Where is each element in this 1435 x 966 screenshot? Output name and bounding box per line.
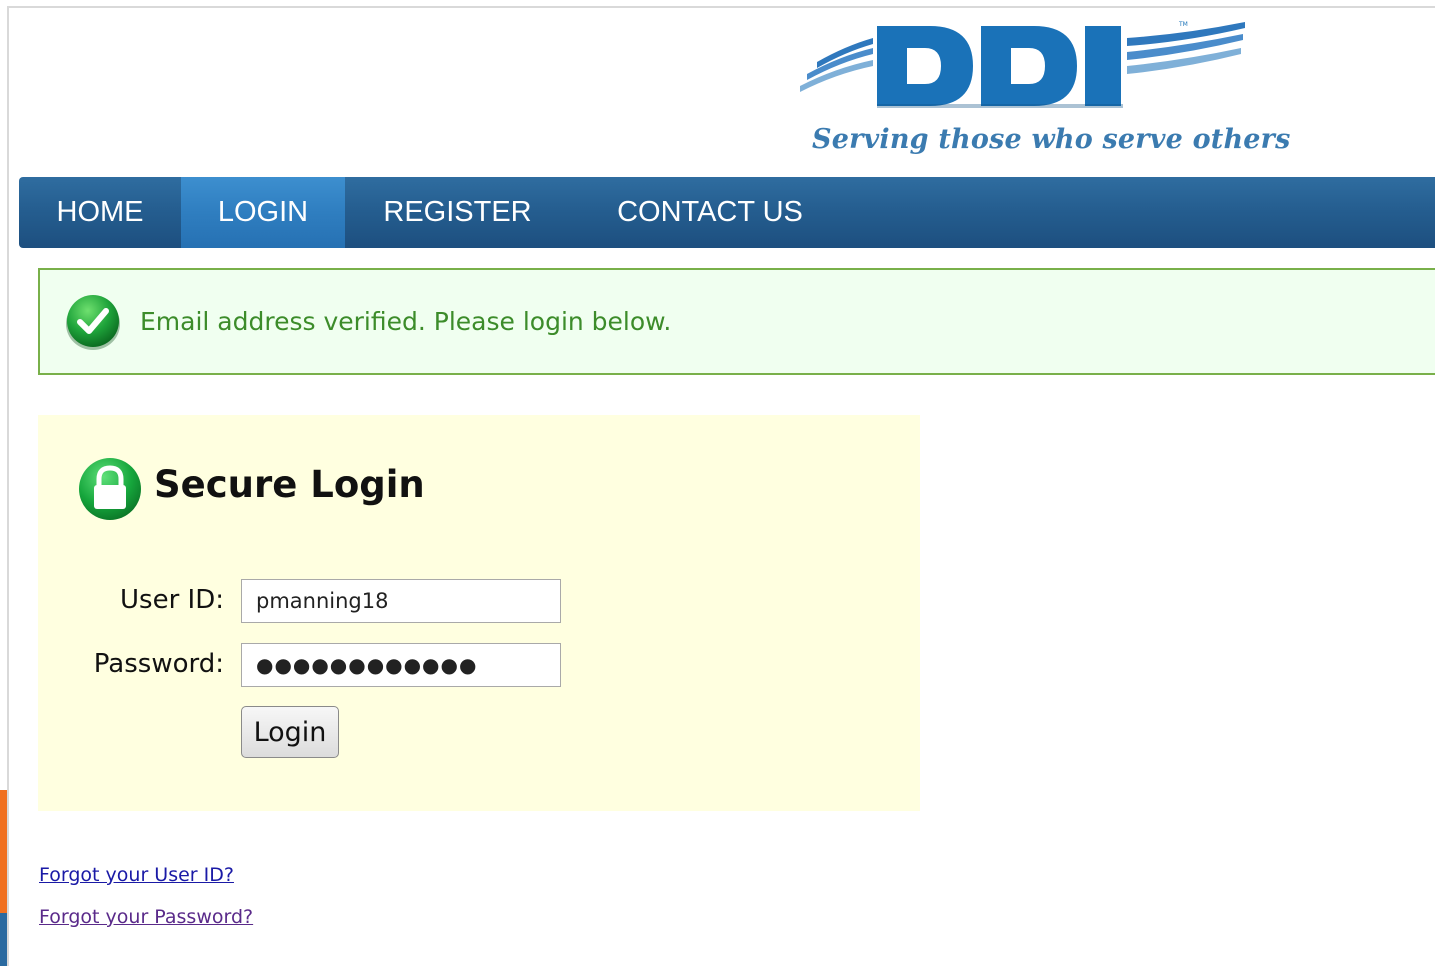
- secure-login-panel: Secure Login User ID: pmanning18 Passwor…: [38, 415, 920, 811]
- side-accent-strip: [0, 790, 7, 966]
- panel-title: Secure Login: [154, 463, 425, 506]
- password-input[interactable]: ●●●●●●●●●●●●: [241, 643, 561, 687]
- nav-home[interactable]: HOME: [19, 177, 181, 248]
- page-left-border: [7, 6, 9, 966]
- page-top-border: [8, 6, 1435, 8]
- password-label: Password:: [93, 649, 224, 679]
- ddi-logo-graphic: TM: [800, 21, 1245, 108]
- lock-icon: [79, 458, 141, 520]
- trademark-mark: TM: [1178, 21, 1188, 28]
- forgot-user-id-link[interactable]: Forgot your User ID?: [39, 864, 234, 886]
- user-id-label: User ID:: [120, 585, 224, 615]
- nav-register[interactable]: REGISTER: [345, 177, 570, 248]
- main-nav: HOME LOGIN REGISTER CONTACT US: [19, 177, 1435, 248]
- nav-contact-us[interactable]: CONTACT US: [570, 177, 850, 248]
- user-id-input[interactable]: pmanning18: [241, 579, 561, 623]
- tagline: Serving those who serve others: [812, 124, 1291, 155]
- login-button[interactable]: Login: [241, 706, 339, 758]
- banner-message: Email address verified. Please login bel…: [140, 307, 672, 336]
- success-banner: Email address verified. Please login bel…: [38, 268, 1435, 375]
- check-circle-icon: [66, 294, 120, 350]
- nav-login[interactable]: LOGIN: [181, 177, 345, 248]
- forgot-password-link[interactable]: Forgot your Password?: [39, 906, 253, 928]
